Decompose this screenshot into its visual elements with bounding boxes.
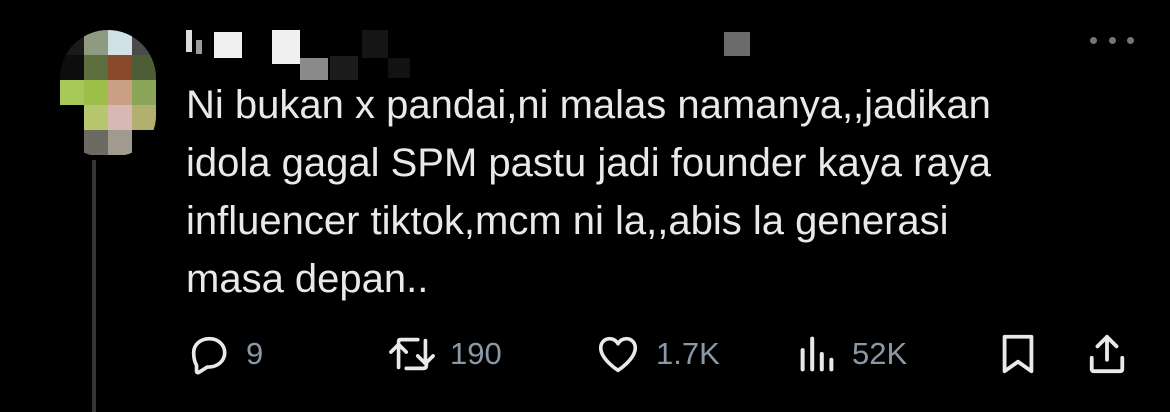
censored-name xyxy=(362,30,388,58)
more-horizontal-icon[interactable] xyxy=(1090,30,1134,50)
like-button[interactable]: 1.7K xyxy=(594,330,720,378)
retweet-button[interactable]: 190 xyxy=(386,330,502,378)
censored-name xyxy=(388,58,410,78)
share-icon xyxy=(1089,334,1125,374)
censored-name xyxy=(724,32,750,56)
views-count: 52K xyxy=(852,336,908,371)
bookmark-icon xyxy=(1002,334,1034,374)
censored-name xyxy=(214,32,242,58)
censored-name xyxy=(186,30,192,52)
reply-button[interactable]: 9 xyxy=(186,330,263,378)
reply-count: 9 xyxy=(246,336,264,371)
retweet-count: 190 xyxy=(450,336,502,371)
retweet-icon xyxy=(389,337,435,371)
views-button[interactable]: 52K xyxy=(796,330,907,378)
avatar[interactable] xyxy=(60,30,156,156)
views-icon xyxy=(800,336,834,372)
tweet-text: Ni bukan x pandai,ni malas namanya,,jadi… xyxy=(186,83,991,301)
like-count: 1.7K xyxy=(656,336,720,371)
action-bar: 9 190 1.7K 52K xyxy=(186,330,1136,378)
thread-line xyxy=(92,160,96,412)
censored-name xyxy=(272,30,300,64)
bookmark-button[interactable] xyxy=(998,330,1038,378)
tweet: Ni bukan x pandai,ni malas namanya,,jadi… xyxy=(0,0,1170,412)
censored-name xyxy=(196,40,202,54)
share-button[interactable] xyxy=(1086,330,1128,378)
reply-icon xyxy=(191,336,227,375)
heart-icon xyxy=(598,336,638,373)
